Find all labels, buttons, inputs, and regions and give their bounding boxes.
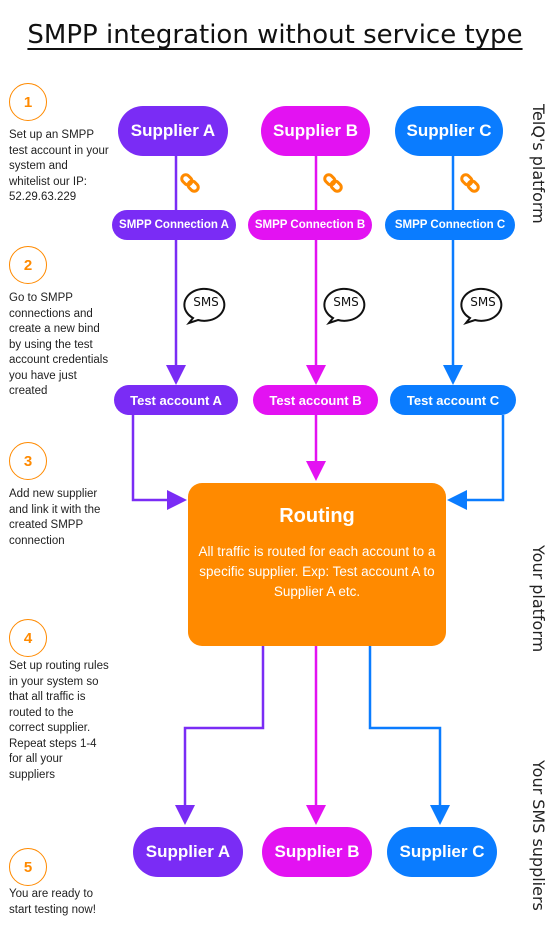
section-label-telq-platform: TelQ's platform [529, 104, 548, 224]
routing-description: All traffic is routed for each account t… [198, 544, 436, 599]
sms-label: SMS [333, 295, 359, 309]
section-label-your-sms-suppliers: Your SMS suppliers [529, 760, 548, 911]
smpp-connection-a: SMPP Connection A [112, 210, 236, 240]
telq-supplier-c: Supplier C [395, 106, 503, 156]
sms-label: SMS [470, 295, 496, 309]
smpp-connection-c: SMPP Connection C [385, 210, 515, 240]
step-3-text: Add new supplier and link it with the cr… [9, 488, 101, 547]
step-2-badge: 2 [9, 246, 47, 284]
arrow-routing-to-a [175, 646, 265, 825]
sms-label: SMS [193, 295, 219, 309]
arrow-test-a-to-routing [131, 415, 187, 510]
step-4-badge: 4 [9, 619, 47, 657]
test-account-c: Test account C [390, 385, 516, 415]
arrow-test-c-to-routing [447, 415, 505, 510]
arrow-routing-to-c [368, 646, 450, 825]
your-supplier-c: Supplier C [387, 827, 497, 877]
step-3-badge: 3 [9, 442, 47, 480]
step-4-text: Set up routing rules in your system so t… [9, 660, 109, 781]
step-5-badge: 5 [9, 848, 47, 886]
routing-title: Routing [279, 505, 355, 527]
telq-supplier-b: Supplier B [261, 106, 370, 156]
link-chain-icon [180, 173, 480, 193]
step-5-text: You are ready to start testing now! [9, 888, 96, 916]
step-1-badge: 1 [9, 83, 47, 121]
section-label-your-platform: Your platform [529, 545, 548, 653]
your-supplier-a: Supplier A [133, 827, 243, 877]
test-account-b: Test account B [253, 385, 378, 415]
your-supplier-b: Supplier B [262, 827, 372, 877]
smpp-connection-b: SMPP Connection B [248, 210, 372, 240]
routing-box: Routing All traffic is routed for each a… [188, 483, 446, 646]
telq-supplier-a: Supplier A [118, 106, 228, 156]
test-account-a: Test account A [114, 385, 238, 415]
step-2-text: Go to SMPP connections and create a new … [9, 292, 109, 397]
step-1-text: Set up an SMPP test account in your syst… [9, 129, 109, 203]
